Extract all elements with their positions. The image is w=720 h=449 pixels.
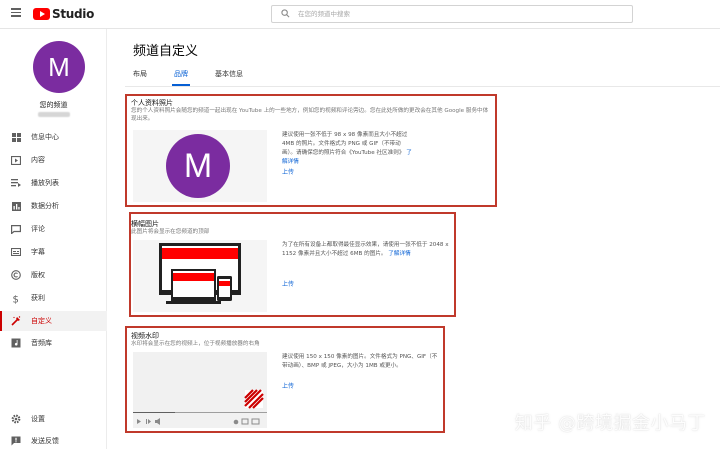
sidebar-item-label: 内容 [31,156,45,164]
overlay-watermark: 知乎 @跨境掘金小马丁 [514,413,706,434]
dashboard-icon [11,132,21,142]
sidebar-item-label: 获利 [31,294,45,302]
subtitles-icon [11,247,21,257]
audio-library-icon [11,338,21,348]
profile-picture-preview: M [133,130,267,202]
banner-hint: 为了在所有设备上都取得最佳显示效果，请使用一张不低于 2048 x 1152 像… [282,242,449,257]
studio-logo[interactable]: Studio [33,7,94,21]
tab-layout[interactable]: 布局 [133,64,147,86]
sidebar-item-comments[interactable]: 评论 [0,219,107,239]
watermark-hint: 建议使用 150 x 150 像素的图片。文件格式为 PNG、GIF（不带动画）… [282,354,438,369]
comments-icon [11,224,21,234]
banner-description: 此图片将会显示在您频道的顶部 [131,229,210,235]
sidebar-item-analytics[interactable]: 数据分析 [0,196,107,216]
sidebar-item-customization[interactable]: 自定义 [0,311,107,331]
sidebar-item-feedback[interactable]: 发送反馈 [0,431,107,449]
analytics-icon [11,201,21,211]
watermark-preview [133,352,267,428]
search-icon [281,9,290,18]
content-icon [11,155,21,165]
profile-picture-hint: 建议使用一张不低于 98 x 98 像素而且大小不超过 4MB 的照片。文件格式… [282,132,412,165]
search-box[interactable] [271,5,633,23]
sidebar-item-copyright[interactable]: 版权 [0,265,107,285]
sidebar-item-subtitles[interactable]: 字幕 [0,242,107,262]
sidebar-item-label: 信息中心 [31,133,59,141]
sidebar-item-playlists[interactable]: 播放列表 [0,173,107,193]
channel-title: 您的频道 [39,101,68,109]
tabs-divider [125,86,720,87]
playlists-icon [11,178,21,188]
profile-avatar: M [166,134,230,198]
logo-text: Studio [52,7,95,21]
gear-icon [11,414,21,424]
active-indicator [0,311,2,331]
video-player-mockup [133,352,267,428]
upload-watermark-button[interactable]: 上传 [282,381,294,390]
channel-name-blurred [38,112,70,117]
watermark-description: 水印将会显示在您的视频上，位于视频播放器的右角 [131,341,260,347]
sidebar-item-label: 字幕 [31,248,45,256]
sidebar-item-label: 音频库 [31,339,52,347]
sidebar-item-label: 设置 [31,415,45,423]
upload-banner-button[interactable]: 上传 [282,279,294,288]
menu-icon[interactable] [11,8,21,17]
customization-icon [11,316,21,326]
svg-text:$: $ [13,294,19,304]
sidebar-item-monetization[interactable]: $ 获利 [0,288,107,308]
copyright-icon [11,270,21,280]
sidebar-item-label: 发送反馈 [31,437,59,445]
sidebar: M 您的频道 信息中心 内容 播放列表 数据分析 评论 字幕 版权 $ 获利 自… [0,29,107,449]
tab-basic-info[interactable]: 基本信息 [215,64,243,86]
sidebar-item-label: 播放列表 [31,179,59,187]
youtube-logo-icon [33,8,50,20]
tab-bar: 布局 品牌 基本信息 [133,64,270,86]
sidebar-item-label: 版权 [31,271,45,279]
monetization-icon: $ [11,293,21,304]
tab-branding[interactable]: 品牌 [172,64,190,86]
profile-picture-description: 您的个人资料照片会随您的频道一起出现在 YouTube 上的一些地方，例如您的视… [131,108,489,122]
watermark-sample-icon [244,389,264,409]
feedback-icon [11,436,21,446]
devices-illustration [159,243,241,304]
sidebar-item-label: 评论 [31,225,45,233]
sidebar-item-dashboard[interactable]: 信息中心 [0,127,107,147]
sidebar-item-settings[interactable]: 设置 [0,409,107,429]
banner-preview [133,240,267,312]
sidebar-item-audio-library[interactable]: 音频库 [0,333,107,353]
sidebar-item-label: 数据分析 [31,202,59,210]
sidebar-item-content[interactable]: 内容 [0,150,107,170]
page-title: 频道自定义 [133,44,199,59]
search-input[interactable] [298,8,618,20]
upload-profile-picture-button[interactable]: 上传 [282,167,294,176]
learn-more-link[interactable]: 了解详情 [388,251,410,257]
top-bar: Studio [0,0,720,29]
sidebar-item-label: 自定义 [31,317,52,325]
channel-avatar[interactable]: M [33,41,85,93]
